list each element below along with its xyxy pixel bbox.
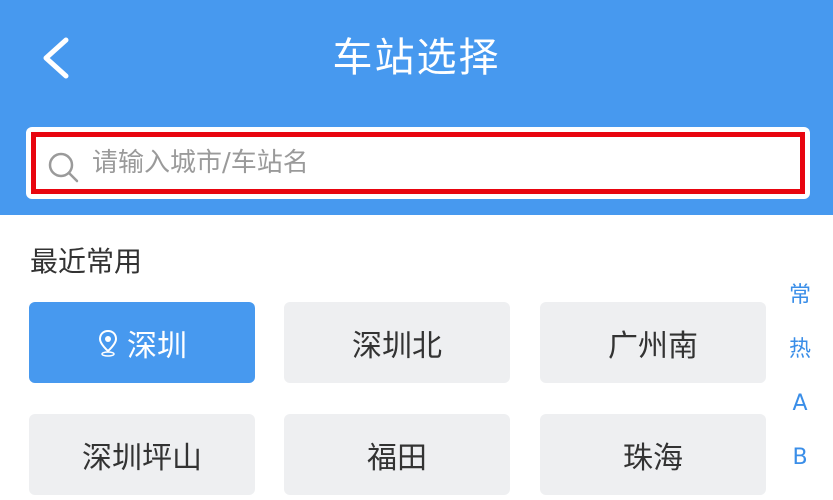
station-chip-shenzhen[interactable]: 深圳 — [29, 302, 255, 383]
location-pin-icon — [97, 329, 119, 357]
index-item-b[interactable]: B — [778, 438, 822, 492]
station-chip-guangzhounan[interactable]: 广州南 — [540, 302, 766, 383]
station-label: 广州南 — [608, 328, 698, 364]
alphabet-index-bar: 常 热 A B — [778, 276, 822, 492]
index-item-hot[interactable]: 热 — [778, 330, 822, 384]
station-label: 珠海 — [623, 440, 683, 476]
station-label: 深圳北 — [352, 328, 442, 364]
search-input[interactable] — [92, 137, 782, 189]
search-highlight — [31, 132, 805, 194]
station-chip-zhuhai[interactable]: 珠海 — [540, 414, 766, 495]
page-title: 车站选择 — [332, 35, 501, 81]
station-label: 福田 — [367, 440, 427, 476]
station-chip-shenzhenpingshan[interactable]: 深圳坪山 — [29, 414, 255, 495]
search-icon — [46, 150, 82, 190]
index-item-a[interactable]: A — [778, 384, 822, 438]
station-label: 深圳坪山 — [82, 440, 202, 476]
station-chip-shenzhenbei[interactable]: 深圳北 — [284, 302, 510, 383]
section-title-recent: 最近常用 — [30, 245, 143, 278]
station-chip-futian[interactable]: 福田 — [284, 414, 510, 495]
app-header: 车站选择 — [0, 0, 833, 215]
index-item-frequent[interactable]: 常 — [778, 276, 822, 330]
station-label: 深圳 — [127, 328, 187, 364]
search-box[interactable] — [26, 127, 810, 199]
